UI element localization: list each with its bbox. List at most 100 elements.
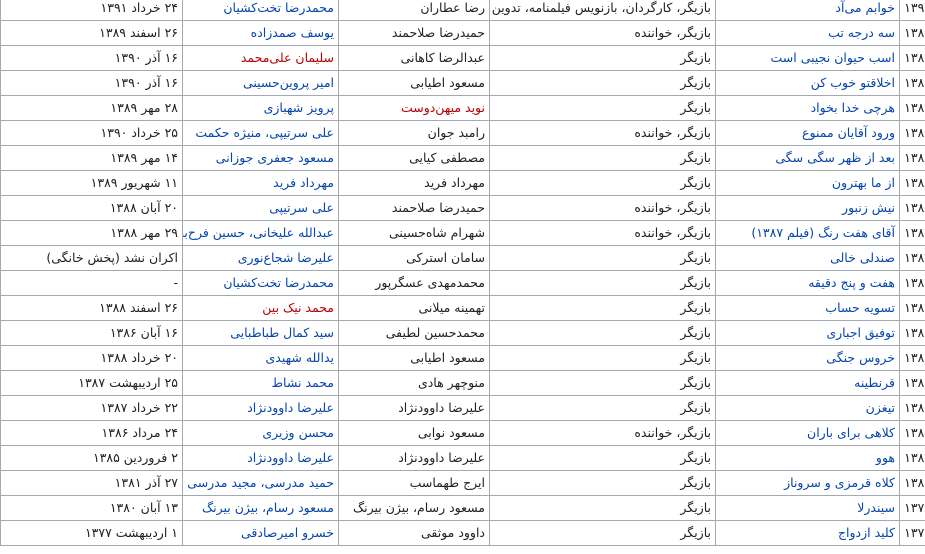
release-date-cell: ۱۶ آذر ۱۳۹۰ — [0, 70, 183, 96]
year-cell: ۱۳۸۸ — [899, 195, 925, 221]
producer-link[interactable]: علی سرتیپی — [182, 195, 339, 221]
director-cell: علیرضا داوودنژاد — [338, 445, 490, 471]
producer-link[interactable]: علیرضا داوودنژاد — [182, 395, 339, 421]
role-cell: بازیگر — [489, 395, 716, 421]
film-title-link[interactable]: بعد از ظهر سگی سگی — [715, 145, 900, 171]
producer-link[interactable]: علیرضا داوودنژاد — [182, 445, 339, 471]
producer-link[interactable]: علیرضا شجاع‌نوری — [182, 245, 339, 271]
film-title-link[interactable]: هفت و پنج دقیقه — [715, 270, 900, 296]
producer-link[interactable]: یدالله شهیدی — [182, 345, 339, 371]
year-cell: ۱۳۸۸ — [899, 145, 925, 171]
table-row: ۱۳۸۶ قرنطینه بازیگر منوچهر هادی محمد نشا… — [0, 370, 925, 396]
film-title-link[interactable]: توفیق اجباری — [715, 320, 900, 346]
film-title-link[interactable]: کلید ازدواج — [715, 520, 900, 546]
film-title-link[interactable]: خروس جنگی — [715, 345, 900, 371]
year-cell: ۱۳۹۰ — [899, 0, 925, 21]
film-title-link[interactable]: تسویه حساب — [715, 295, 900, 321]
film-title-link[interactable]: هوو — [715, 445, 900, 471]
role-cell: بازیگر — [489, 95, 716, 121]
release-date-cell: ۱۳ آبان ۱۳۸۰ — [0, 495, 183, 521]
release-date-cell: ۲۸ مهر ۱۳۸۹ — [0, 95, 183, 121]
film-title-link[interactable]: نیش زنبور — [715, 195, 900, 221]
director-cell: محمدحسین لطیفی — [338, 320, 490, 346]
table-row: ۱۳۸۷ هفت و پنج دقیقه بازیگر محمدمهدی عسگ… — [0, 270, 925, 296]
film-title-link[interactable]: کلاه قرمزی و سروناز — [715, 470, 900, 496]
producer-link[interactable]: مسعود رسام، بیژن بیرنگ — [182, 495, 339, 521]
table-row: ۱۳۹۰ خوابم می‌آد بازیگر، کارگردان، بازنو… — [0, 0, 925, 21]
film-title-link[interactable]: کلاهی برای باران — [715, 420, 900, 446]
release-date-cell: ۲۴ مرداد ۱۳۸۶ — [0, 420, 183, 446]
producer-link[interactable]: محمد نیک بین — [182, 295, 339, 321]
producer-link[interactable]: محمدرضا تخت‌کشیان — [182, 0, 339, 21]
role-cell: بازیگر — [489, 370, 716, 396]
table-row: ۱۳۸۶ خروس جنگی بازیگر مسعود اطیابی یدالل… — [0, 345, 925, 371]
director-cell: مسعود اطیابی — [338, 345, 490, 371]
producer-link[interactable]: امیر پروین‌حسینی — [182, 70, 339, 96]
release-date-cell: ۱۶ آذر ۱۳۹۰ — [0, 45, 183, 71]
film-title-link[interactable]: ورود آقایان ممنوع — [715, 120, 900, 146]
director-cell: عبدالرضا کاهانی — [338, 45, 490, 71]
film-title-link[interactable]: سیندرلا — [715, 495, 900, 521]
table-row: ۱۳۸۴ هوو بازیگر علیرضا داوودنژاد علیرضا … — [0, 445, 925, 471]
table-row: ۱۳۸۹ اخلاقتو خوب کن بازیگر مسعود اطیابی … — [0, 70, 925, 96]
director-cell: علیرضا داوودنژاد — [338, 395, 490, 421]
film-title-link[interactable]: صندلی خالی — [715, 245, 900, 271]
role-cell: بازیگر — [489, 295, 716, 321]
role-cell: بازیگر، خواننده — [489, 20, 716, 46]
film-title-link[interactable]: تیغزن — [715, 395, 900, 421]
director-cell: مصطفی کیایی — [338, 145, 490, 171]
year-cell: ۱۳۸۹ — [899, 120, 925, 146]
producer-link[interactable]: سلیمان علی‌محمد — [182, 45, 339, 71]
producer-link[interactable]: پرویز شهبازی — [182, 95, 339, 121]
film-title-link[interactable]: سه درجه تب — [715, 20, 900, 46]
release-date-cell: ۲۶ اسفند ۱۳۸۹ — [0, 20, 183, 46]
film-title-link[interactable]: قرنطینه — [715, 370, 900, 396]
release-date-cell: ۲۶ اسفند ۱۳۸۸ — [0, 295, 183, 321]
release-date-cell: ۲۲ خرداد ۱۳۸۷ — [0, 395, 183, 421]
release-date-cell: ۲۰ خرداد ۱۳۸۸ — [0, 345, 183, 371]
release-date-cell: ۲۷ آذر ۱۳۸۱ — [0, 470, 183, 496]
filmography-table-container: ۱۳۹۰ خوابم می‌آد بازیگر، کارگردان، بازنو… — [0, 0, 925, 554]
role-cell: بازیگر — [489, 495, 716, 521]
role-cell: بازیگر، خواننده — [489, 195, 716, 221]
film-title-link[interactable]: خوابم می‌آد — [715, 0, 900, 21]
producer-link[interactable]: یوسف صمدزاده — [182, 20, 339, 46]
film-title-link[interactable]: اخلاقتو خوب کن — [715, 70, 900, 96]
year-cell: ۱۳۸۷ — [899, 245, 925, 271]
producer-link[interactable]: عبدالله علیخانی، حسین فرح‌بخش — [182, 220, 339, 246]
director-cell: شهرام شاه‌حسینی — [338, 220, 490, 246]
film-title-link[interactable]: اسب حیوان نجیبی است — [715, 45, 900, 71]
role-cell: بازیگر — [489, 445, 716, 471]
film-title-link[interactable]: از ما بهترون — [715, 170, 900, 196]
producer-link[interactable]: حمید مدرسی، مجید مدرسی — [182, 470, 339, 496]
release-date-cell: ۱۶ آبان ۱۳۸۶ — [0, 320, 183, 346]
producer-link[interactable]: محمدرضا تخت‌کشیان — [182, 270, 339, 296]
release-date-cell: ۲۹ مهر ۱۳۸۸ — [0, 220, 183, 246]
filmography-table: ۱۳۹۰ خوابم می‌آد بازیگر، کارگردان، بازنو… — [0, 0, 925, 546]
table-row: ۱۳۷۹ سیندرلا بازیگر مسعود رسام، بیژن بیر… — [0, 495, 925, 521]
release-date-cell: ۲ فروردین ۱۳۸۵ — [0, 445, 183, 471]
year-cell: ۱۳۷۶ — [899, 520, 925, 546]
year-cell: ۱۳۸۶ — [899, 320, 925, 346]
producer-link[interactable]: علی سرتیپی، منیژه حکمت — [182, 120, 339, 146]
film-title-link[interactable]: هرچی خدا بخواد — [715, 95, 900, 121]
film-title-link[interactable]: آقای هفت رنگ (فیلم ۱۳۸۷) — [715, 220, 900, 246]
producer-link[interactable]: مسعود جعفری جوزانی — [182, 145, 339, 171]
producer-link[interactable]: سید کمال طباطبایی — [182, 320, 339, 346]
table-row: ۱۳۸۹ سه درجه تب بازیگر، خواننده حمیدرضا … — [0, 20, 925, 46]
role-cell: بازیگر — [489, 70, 716, 96]
producer-link[interactable]: مهرداد فرید — [182, 170, 339, 196]
release-date-cell: - — [0, 270, 183, 296]
table-row: ۱۳۸۷ صندلی خالی بازیگر سامان استرکی علیر… — [0, 245, 925, 271]
role-cell: بازیگر — [489, 45, 716, 71]
producer-link[interactable]: خسرو امیرصادقی — [182, 520, 339, 546]
year-cell: ۱۳۸۱ — [899, 470, 925, 496]
director-cell: سامان استرکی — [338, 245, 490, 271]
year-cell: ۱۳۸۹ — [899, 20, 925, 46]
director-cell: مسعود نوابی — [338, 420, 490, 446]
director-cell: رضا عطاران — [338, 0, 490, 21]
year-cell: ۱۳۸۵ — [899, 420, 925, 446]
producer-link[interactable]: محسن وزیری — [182, 420, 339, 446]
release-date-cell: اکران نشد (پخش خانگی) — [0, 245, 183, 271]
producer-link[interactable]: محمد نشاط — [182, 370, 339, 396]
